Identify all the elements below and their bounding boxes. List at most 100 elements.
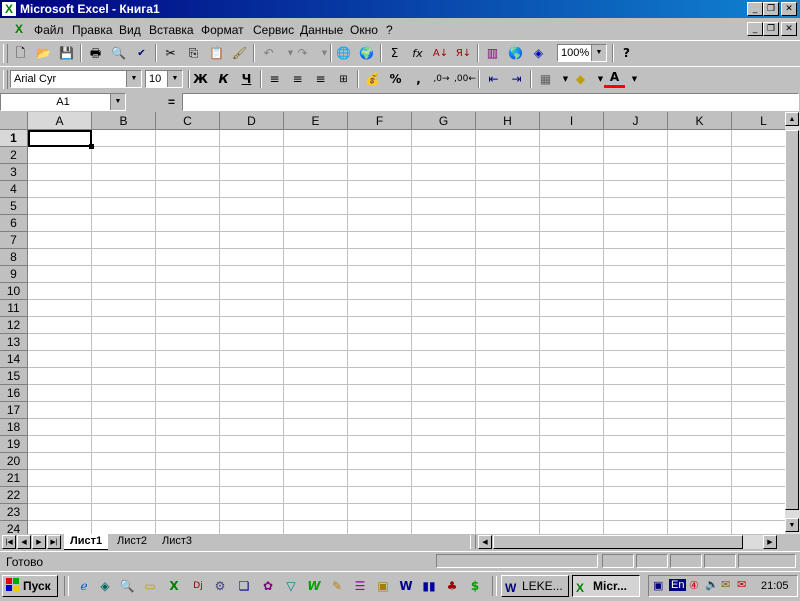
- row-header-3[interactable]: 3: [0, 164, 28, 181]
- last-sheet-icon[interactable]: ▶|: [47, 535, 61, 549]
- row-header-24[interactable]: 24: [0, 521, 28, 534]
- menu-data[interactable]: Данные: [300, 23, 343, 37]
- chevron-down-icon[interactable]: ▼: [110, 94, 125, 110]
- menu-edit[interactable]: Правка: [72, 23, 113, 37]
- print-icon[interactable]: 🖶: [85, 43, 106, 64]
- font-select[interactable]: Arial Cyr ▼: [10, 70, 142, 88]
- column-header-e[interactable]: E: [284, 112, 348, 130]
- sort-descending-icon[interactable]: Я↓: [453, 43, 474, 64]
- column-header-h[interactable]: H: [476, 112, 540, 130]
- cut-icon[interactable]: ✂: [160, 43, 181, 64]
- zoom-select[interactable]: 100% ▼: [557, 44, 607, 62]
- drawing-icon[interactable]: ◈: [528, 43, 549, 64]
- doc-restore-button[interactable]: ❐: [763, 22, 779, 36]
- antivirus-icon[interactable]: ④: [689, 579, 699, 592]
- underline-button[interactable]: Ч: [236, 69, 257, 90]
- search-icon[interactable]: 🔍: [119, 578, 135, 594]
- decrease-decimal-icon[interactable]: ,00←: [454, 69, 476, 90]
- column-header-a[interactable]: A: [28, 112, 92, 130]
- game-icon[interactable]: ♣: [444, 578, 460, 594]
- fill-color-icon[interactable]: ◆: [570, 69, 591, 90]
- undo-icon[interactable]: ↶: [258, 43, 279, 64]
- money-icon[interactable]: $: [467, 578, 483, 594]
- column-header-k[interactable]: K: [668, 112, 732, 130]
- save-icon[interactable]: 💾: [56, 43, 77, 64]
- scroll-thumb[interactable]: [785, 130, 799, 510]
- taskbar-button-excel[interactable]: X Micr...: [572, 575, 640, 597]
- doc-minimize-button[interactable]: _: [747, 22, 763, 36]
- paint-icon[interactable]: ✿: [260, 578, 276, 594]
- align-left-icon[interactable]: ≡: [264, 69, 285, 90]
- increase-indent-icon[interactable]: ⇥: [506, 69, 527, 90]
- row-header-8[interactable]: 8: [0, 249, 28, 266]
- toolbar-grip[interactable]: [3, 70, 8, 89]
- map-icon[interactable]: 🌎: [505, 43, 526, 64]
- name-box[interactable]: A1 ▼: [0, 93, 126, 111]
- menu-tools[interactable]: Сервис: [253, 23, 294, 37]
- row-header-6[interactable]: 6: [0, 215, 28, 232]
- spelling-icon[interactable]: ✔: [131, 43, 152, 64]
- currency-icon[interactable]: 💰: [362, 69, 383, 90]
- row-header-23[interactable]: 23: [0, 504, 28, 521]
- menu-window[interactable]: Окно: [350, 23, 378, 37]
- formula-equals-button[interactable]: =: [168, 95, 175, 109]
- mail-icon[interactable]: ✉: [737, 578, 746, 591]
- pencil-icon[interactable]: ✎: [329, 578, 345, 594]
- books-icon[interactable]: ▮▮: [421, 578, 437, 594]
- align-center-icon[interactable]: ≡: [287, 69, 308, 90]
- borders-icon[interactable]: ▦: [535, 69, 556, 90]
- percent-button[interactable]: %: [385, 69, 406, 90]
- row-header-21[interactable]: 21: [0, 470, 28, 487]
- row-header-5[interactable]: 5: [0, 198, 28, 215]
- excel-app-icon[interactable]: X: [2, 2, 16, 16]
- chevron-down-icon[interactable]: ▼: [591, 45, 606, 61]
- hyperlink-icon[interactable]: 🌐: [333, 43, 354, 64]
- redo-icon[interactable]: ↷: [292, 43, 313, 64]
- doc-close-button[interactable]: ✕: [781, 22, 797, 36]
- row-header-14[interactable]: 14: [0, 351, 28, 368]
- font-size-select[interactable]: 10 ▼: [145, 70, 183, 88]
- wordpad-icon[interactable]: W: [306, 578, 322, 594]
- column-header-i[interactable]: I: [540, 112, 604, 130]
- language-indicator[interactable]: En: [669, 579, 687, 591]
- worksheet-grid[interactable]: ABCDEFGHIJKL 1 2 3 4 5 6 7 8 9 10 11 12 13 14 15 16 17 18…: [0, 112, 785, 534]
- active-cell-a1[interactable]: [28, 130, 92, 147]
- menu-insert[interactable]: Вставка: [149, 23, 194, 37]
- function-icon[interactable]: fx: [407, 43, 428, 64]
- row-header-11[interactable]: 11: [0, 300, 28, 317]
- row-header-13[interactable]: 13: [0, 334, 28, 351]
- web-toolbar-icon[interactable]: 🌍: [356, 43, 377, 64]
- column-header-g[interactable]: G: [412, 112, 476, 130]
- row-header-1[interactable]: 1: [0, 130, 28, 147]
- row-header-10[interactable]: 10: [0, 283, 28, 300]
- row-header-4[interactable]: 4: [0, 181, 28, 198]
- chevron-down-icon[interactable]: ▼: [167, 71, 182, 87]
- decrease-indent-icon[interactable]: ⇤: [483, 69, 504, 90]
- first-sheet-icon[interactable]: |◀: [2, 535, 16, 549]
- row-header-19[interactable]: 19: [0, 436, 28, 453]
- prev-sheet-icon[interactable]: ◀: [17, 535, 31, 549]
- fill-handle[interactable]: [89, 144, 94, 149]
- open-icon[interactable]: 📂: [33, 43, 54, 64]
- row-header-12[interactable]: 12: [0, 317, 28, 334]
- autosum-icon[interactable]: Σ: [384, 43, 405, 64]
- menu-view[interactable]: Вид: [119, 23, 141, 37]
- italic-button[interactable]: К: [213, 69, 234, 90]
- help-icon[interactable]: ?: [616, 43, 637, 64]
- paste-icon[interactable]: 📋: [206, 43, 227, 64]
- next-sheet-icon[interactable]: ▶: [32, 535, 46, 549]
- djvu-icon[interactable]: Dj: [190, 578, 206, 594]
- excel-icon[interactable]: X: [166, 578, 182, 594]
- row-header-18[interactable]: 18: [0, 419, 28, 436]
- font-color-dropdown-icon[interactable]: ▼: [624, 69, 645, 90]
- align-right-icon[interactable]: ≡: [310, 69, 331, 90]
- network-icon[interactable]: ⚙: [212, 578, 228, 594]
- column-header-l[interactable]: L: [732, 112, 785, 130]
- tray-utility-icon[interactable]: ✉: [721, 578, 730, 591]
- format-painter-icon[interactable]: 🖌: [229, 43, 250, 64]
- row-header-7[interactable]: 7: [0, 232, 28, 249]
- new-icon[interactable]: 🗋: [10, 43, 31, 64]
- toolbar-grip[interactable]: [3, 44, 8, 63]
- sheet-tab-3[interactable]: Лист3: [156, 534, 198, 549]
- scroll-left-icon[interactable]: ◀: [478, 535, 492, 549]
